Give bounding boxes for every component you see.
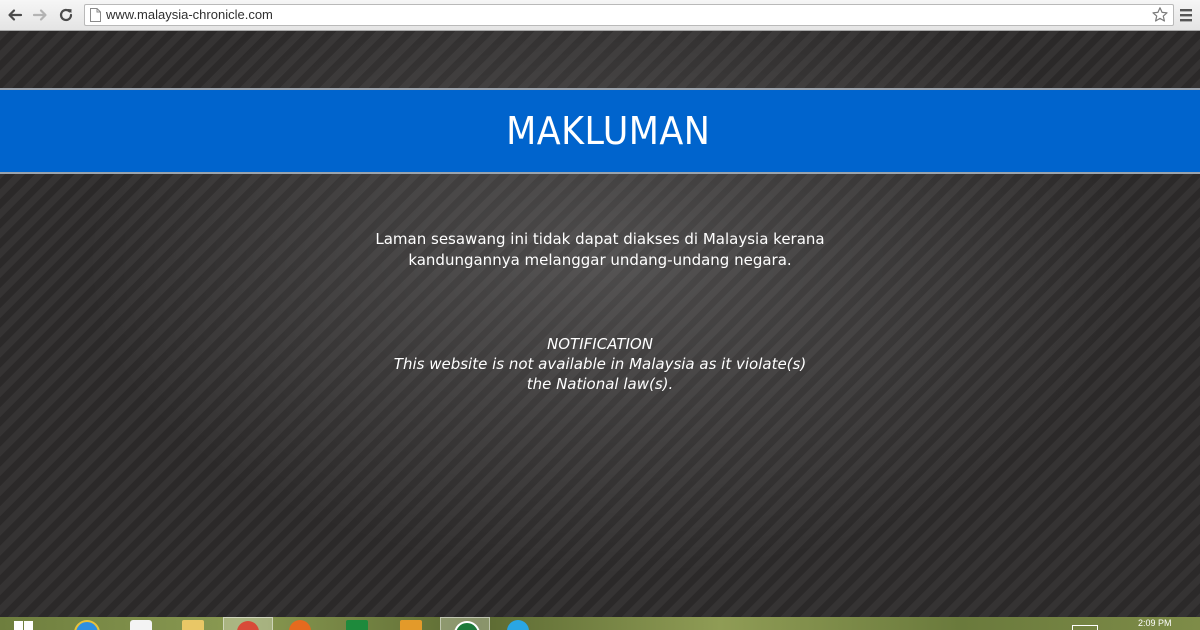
browser-toolbar: www.malaysia-chronicle.com <box>0 0 1200 31</box>
english-notice-heading: NOTIFICATION <box>547 335 653 353</box>
taskbar-chrome[interactable] <box>223 617 273 630</box>
malay-notice-line-2: kandungannya melanggar undang-undang neg… <box>408 251 792 269</box>
file-explorer-icon <box>182 620 204 630</box>
keyboard-tray-icon[interactable] <box>1072 625 1098 630</box>
back-button[interactable] <box>5 4 25 26</box>
page-content: MAKLUMAN Laman sesawang ini tidak dapat … <box>0 31 1200 617</box>
firefox-icon <box>289 620 311 630</box>
page-icon <box>90 8 101 22</box>
taskbar-app-2[interactable] <box>440 617 490 630</box>
forward-button[interactable] <box>30 4 50 26</box>
chrome-icon <box>237 621 259 630</box>
notice-title: MAKLUMAN <box>506 109 711 153</box>
english-notice-text: NOTIFICATION This website is not availab… <box>300 334 900 394</box>
malay-notice-line-1: Laman sesawang ini tidak dapat diakses d… <box>375 230 825 248</box>
start-button[interactable] <box>4 617 44 630</box>
app-icon-2 <box>454 621 480 630</box>
notice-banner: MAKLUMAN <box>0 88 1200 174</box>
malay-notice-text: Laman sesawang ini tidak dapat diakses d… <box>300 229 900 271</box>
taskbar-clock[interactable]: 2:09 PM <box>1138 618 1172 628</box>
taskbar-app[interactable] <box>386 617 436 630</box>
store-icon <box>130 620 152 630</box>
english-notice-line-1: This website is not available in Malaysi… <box>393 355 807 373</box>
taskbar-excel[interactable] <box>332 617 382 630</box>
internet-explorer-icon <box>74 620 100 630</box>
url-text[interactable]: www.malaysia-chronicle.com <box>106 7 273 23</box>
reload-button[interactable] <box>56 4 76 26</box>
address-bar[interactable]: www.malaysia-chronicle.com <box>84 4 1174 26</box>
taskbar-skype[interactable] <box>494 617 544 630</box>
forward-arrow-icon <box>32 9 47 21</box>
app-icon <box>400 620 422 630</box>
english-notice-line-2: the National law(s). <box>526 375 674 393</box>
taskbar-store[interactable] <box>116 617 166 630</box>
reload-icon <box>59 8 73 22</box>
excel-icon <box>346 620 368 630</box>
windows-start-icon <box>14 621 33 630</box>
hamburger-menu-icon[interactable] <box>1179 7 1193 23</box>
star-icon[interactable] <box>1151 6 1169 24</box>
taskbar-internet-explorer[interactable] <box>62 617 112 630</box>
windows-taskbar: 2:09 PM <box>0 617 1200 630</box>
screen: www.malaysia-chronicle.com MAKLUMAN Lama… <box>0 0 1200 630</box>
taskbar-firefox[interactable] <box>276 617 326 630</box>
taskbar-file-explorer[interactable] <box>168 617 218 630</box>
back-arrow-icon <box>8 9 23 21</box>
skype-icon <box>507 620 529 630</box>
